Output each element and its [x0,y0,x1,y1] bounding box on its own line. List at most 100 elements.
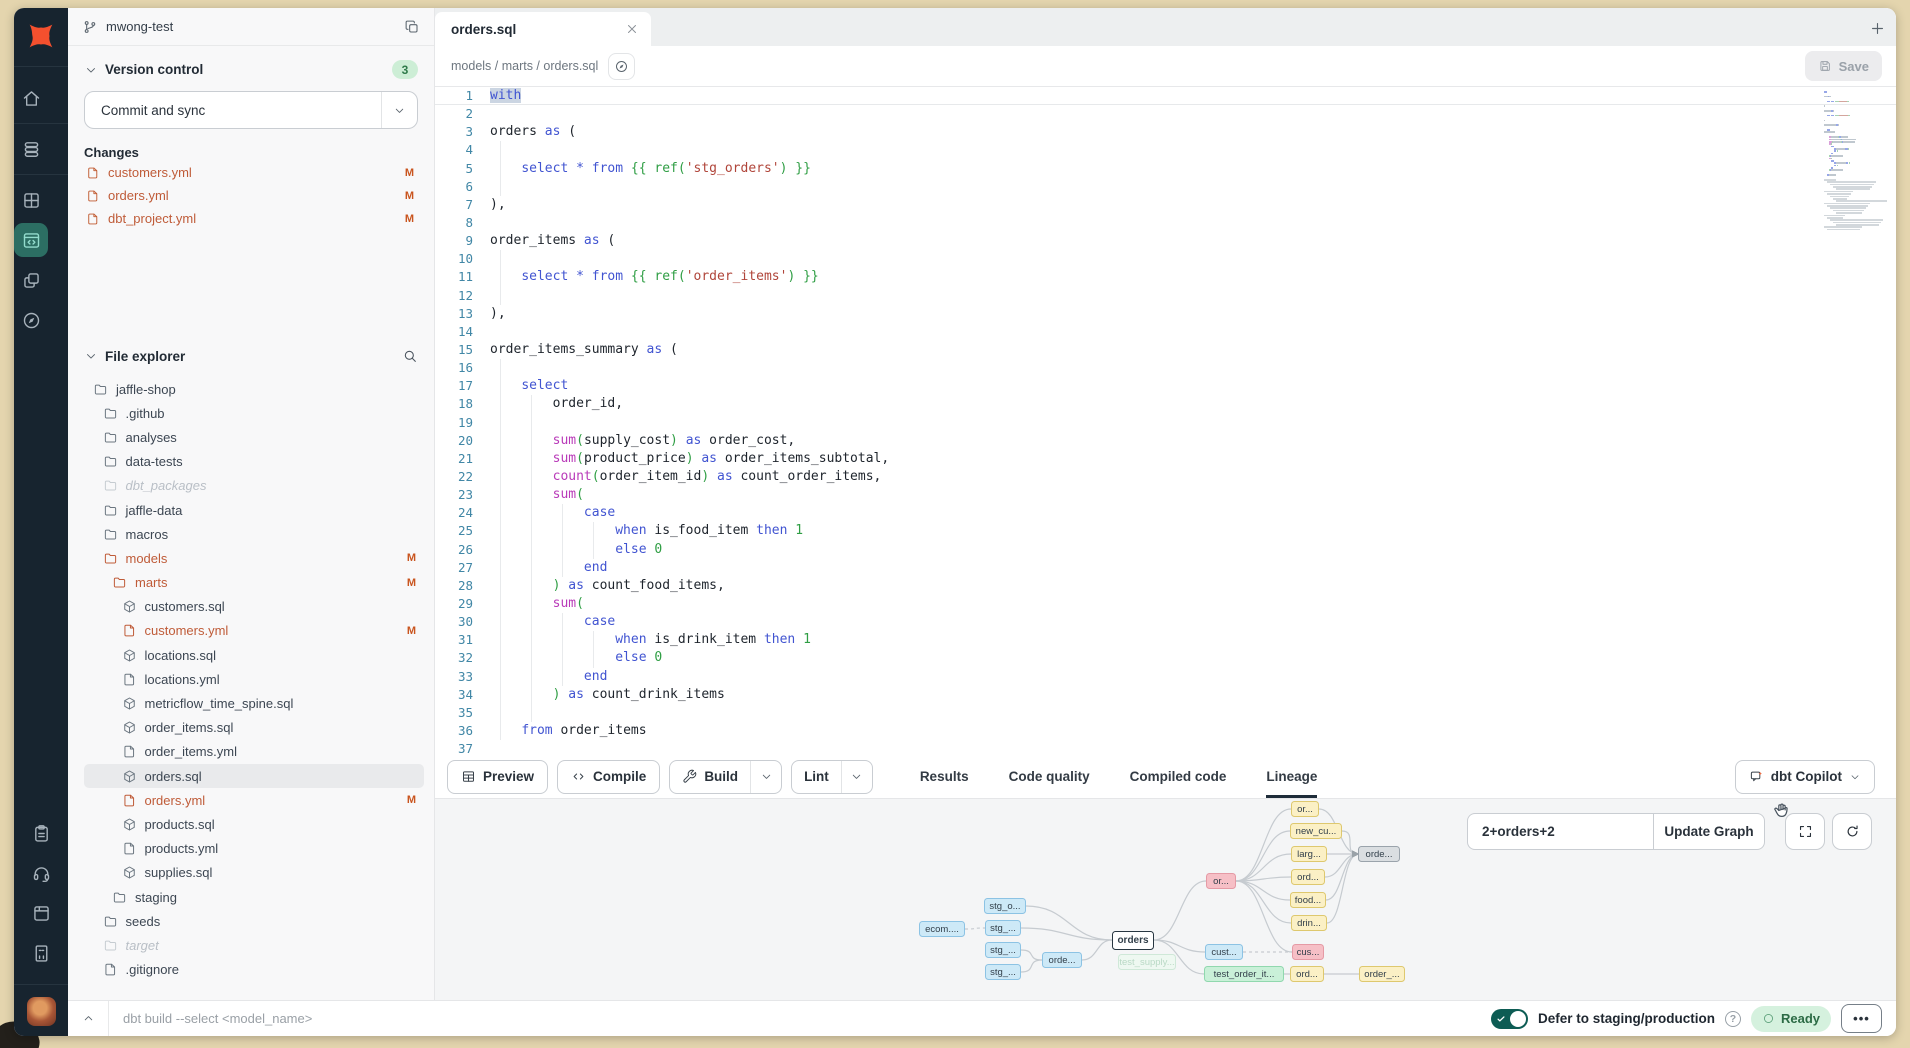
lineage-node-orders[interactable]: orders [1112,931,1154,950]
code-line[interactable]: 25 when is_food_item then 1 [435,522,1896,540]
code-line[interactable]: 34 ) as count_drink_items [435,686,1896,704]
code-line[interactable]: 31 when is_drink_item then 1 [435,631,1896,649]
command-input[interactable]: dbt build --select <model_name> [123,1011,1491,1026]
code-line[interactable]: 7), [435,196,1896,214]
code-line[interactable]: 8 [435,214,1896,232]
tree-item-models[interactable]: modelsM [84,546,424,570]
code-line[interactable]: 26 else 0 [435,541,1896,559]
code-line[interactable]: 29 sum( [435,595,1896,613]
changed-file-orders-yml[interactable]: orders.ymlM [84,185,418,206]
open-in-lineage-button[interactable] [608,53,635,80]
tree-item-products-sql[interactable]: products.sql [84,812,424,836]
code-line[interactable]: 36 from order_items [435,722,1896,740]
update-graph-button[interactable]: Update Graph [1653,813,1765,850]
preview-button[interactable]: Preview [447,760,548,794]
lineage-node-orde1[interactable]: orde... [1042,952,1082,968]
tree-item-jaffle-shop[interactable]: jaffle-shop [84,377,424,401]
code-line[interactable]: 4 [435,141,1896,159]
save-button[interactable]: Save [1805,51,1882,81]
lineage-node-food[interactable]: food... [1290,892,1326,908]
lineage-node-drin[interactable]: drin... [1291,915,1327,931]
code-line[interactable]: 13), [435,305,1896,323]
lineage-node-ecom[interactable]: ecom.... [919,921,965,937]
tab-results[interactable]: Results [920,755,969,798]
more-options-button[interactable]: ••• [1841,1004,1882,1033]
code-line[interactable]: 20 sum(supply_cost) as order_cost, [435,432,1896,450]
sidebar-item-compass[interactable] [14,303,48,337]
lineage-node-larg[interactable]: larg... [1291,846,1327,862]
lineage-panel[interactable]: ecom....stg_o...stg_...stg_...stg_...ord… [435,798,1896,1000]
code-editor[interactable]: 1with23orders as (45 select * from {{ re… [435,87,1896,755]
lineage-node-stg3[interactable]: stg_... [985,942,1021,958]
code-line[interactable]: 32 else 0 [435,649,1896,667]
lineage-node-ordegr[interactable]: orde... [1358,846,1400,862]
changed-file-customers-yml[interactable]: customers.ymlM [84,162,418,183]
sidebar-item-home[interactable] [14,81,48,115]
sidebar-item-catalog[interactable] [24,936,58,970]
code-line[interactable]: 5 select * from {{ ref('stg_orders') }} [435,160,1896,178]
tree-item-customers-sql[interactable]: customers.sql [84,595,424,619]
code-line[interactable]: 27 end [435,559,1896,577]
code-line[interactable]: 28 ) as count_food_items, [435,577,1896,595]
commit-options-dropdown[interactable] [381,92,417,128]
help-icon[interactable]: ? [1725,1011,1741,1027]
sidebar-item-dashboard[interactable] [14,183,48,217]
code-line[interactable]: 21 sum(product_price) as order_items_sub… [435,450,1896,468]
dbt-logo-icon[interactable] [25,20,57,52]
code-line[interactable]: 9order_items as ( [435,232,1896,250]
tree-item-supplies-sql[interactable]: supplies.sql [84,861,424,885]
sidebar-item-warehouse[interactable] [14,132,48,166]
minimap[interactable] [1824,91,1886,231]
tree-item-marts[interactable]: martsM [84,571,424,595]
refresh-graph-button[interactable] [1832,813,1872,850]
sidebar-item-clipboard[interactable] [24,816,58,850]
tree-item-locations-sql[interactable]: locations.sql [84,643,424,667]
tree-item-order-items-sql[interactable]: order_items.sql [84,716,424,740]
close-tab-icon[interactable] [625,22,639,36]
tree-item-analyses[interactable]: analyses [84,425,424,449]
dbt-copilot-button[interactable]: dbt Copilot [1735,760,1875,794]
tree-item-customers-yml[interactable]: customers.ymlM [84,619,424,643]
build-options-dropdown[interactable] [750,761,781,793]
new-tab-icon[interactable] [1869,20,1886,37]
ready-status-badge[interactable]: Ready [1751,1006,1831,1032]
compile-button[interactable]: Compile [557,760,660,794]
tree-item-github[interactable]: .github [84,401,424,425]
lint-button[interactable]: Lint [792,761,841,793]
tree-item-gitignore[interactable]: .gitignore [84,958,424,982]
breadcrumb[interactable]: models / marts / orders.sql [451,59,598,73]
lint-options-dropdown[interactable] [841,761,872,793]
tree-item-data-tests[interactable]: data-tests [84,450,424,474]
chevron-down-icon[interactable] [84,349,98,363]
code-line[interactable]: 18 order_id, [435,395,1896,413]
code-line[interactable]: 19 [435,414,1896,432]
expand-command-bar-button[interactable] [68,1001,109,1036]
code-line[interactable]: 16 [435,359,1896,377]
tree-item-metricflow-time-spine-sql[interactable]: metricflow_time_spine.sql [84,691,424,715]
defer-toggle[interactable] [1491,1009,1528,1029]
user-avatar[interactable] [27,997,56,1026]
code-line[interactable]: 11 select * from {{ ref('order_items') }… [435,268,1896,286]
commit-and-sync-button[interactable]: Commit and sync [84,91,418,129]
tab-lineage[interactable]: Lineage [1266,755,1317,798]
lineage-node-ghost[interactable]: test_supply... [1118,954,1176,970]
copy-icon[interactable] [404,19,420,35]
tab-code-quality[interactable]: Code quality [1009,755,1090,798]
lineage-node-ord2[interactable]: ord... [1290,966,1324,982]
code-line[interactable]: 3orders as ( [435,123,1896,141]
tree-item-order-items-yml[interactable]: order_items.yml [84,740,424,764]
search-icon[interactable] [402,348,418,364]
tree-item-staging[interactable]: staging [84,885,424,909]
tree-item-orders-sql[interactable]: orders.sql [84,764,424,788]
branch-selector[interactable]: mwong-test [68,8,434,46]
tree-item-target[interactable]: target [84,933,424,957]
build-button[interactable]: Build [670,761,750,793]
lineage-filter-input[interactable]: 2+orders+2 [1467,813,1653,850]
code-line[interactable]: 6 [435,178,1896,196]
lineage-node-ord1[interactable]: ord... [1291,869,1325,885]
code-line[interactable]: 17 select [435,377,1896,395]
code-line[interactable]: 33 end [435,668,1896,686]
code-line[interactable]: 30 case [435,613,1896,631]
code-line[interactable]: 10 [435,250,1896,268]
lineage-node-or_y[interactable]: or... [1291,801,1319,817]
